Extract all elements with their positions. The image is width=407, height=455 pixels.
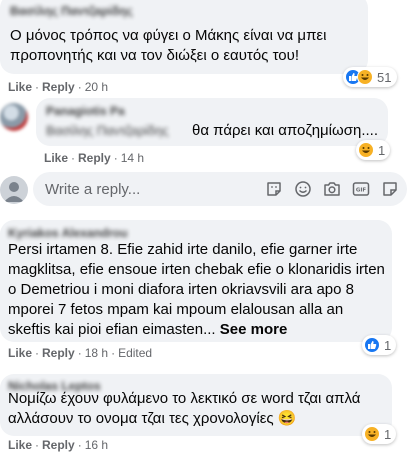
see-more-link[interactable]: See more	[220, 321, 288, 338]
like-reaction-icon	[364, 337, 380, 353]
comment-text-3: Persi irtamen 8. Efie zahid irte danilo,…	[8, 240, 386, 340]
reaction-count-1: 51	[377, 69, 392, 85]
comment-bubble-1: Βασίλης Παντζαρίδης Ο μόνος τρόπος να φύ…	[0, 0, 368, 74]
reply-button[interactable]: Reply	[42, 80, 75, 94]
haha-reaction-icon	[357, 69, 373, 85]
reply-toolbar: GIF	[265, 180, 399, 198]
edited-label[interactable]: Edited	[118, 346, 152, 360]
comment-author-3[interactable]: Kyriakos Alexandrou	[8, 226, 128, 240]
avatar[interactable]	[0, 176, 28, 204]
reply-button[interactable]: Reply	[42, 346, 75, 360]
reply-box[interactable]: GIF	[33, 172, 407, 206]
reaction-count-4: 1	[384, 426, 392, 442]
comment-text-4: Νομίζω έχουν φυλάμενο το λεκτικό σε word…	[8, 390, 361, 427]
comment-bubble-3: Kyriakos Alexandrou Persi irtamen 8. Efi…	[0, 220, 392, 342]
sticker-face-icon[interactable]	[265, 180, 283, 198]
emoji-icon[interactable]	[294, 180, 312, 198]
comment-actions-4: Like · Reply · 16 h	[8, 438, 109, 452]
comment-author-2[interactable]: Panagiotis Pa	[46, 104, 125, 118]
comment-text-2: θα πάρει και αποζημίωση....	[192, 122, 378, 139]
comment-body: Persi irtamen 8. Efie zahid irte danilo,…	[8, 241, 385, 338]
sticker-icon[interactable]	[381, 180, 399, 198]
comment-time[interactable]: 16 h	[85, 438, 108, 452]
reply-input[interactable]	[45, 172, 265, 206]
haha-reaction-icon	[358, 142, 374, 158]
avatar[interactable]	[0, 103, 28, 131]
comment-text-1: Ο μόνος τρόπος να φύγει ο Μάκης είναι να…	[10, 27, 327, 64]
comment-bubble-2: Panagiotis Pa Βασίλης Παντζαρίδης θα πάρ…	[36, 98, 388, 146]
comment-author-1[interactable]: Βασίλης Παντζαρίδης	[10, 4, 133, 18]
mention-tag[interactable]: Βασίλης Παντζαρίδης	[46, 123, 168, 138]
like-button[interactable]: Like	[8, 438, 32, 452]
camera-icon[interactable]	[323, 180, 341, 198]
like-button[interactable]: Like	[44, 151, 68, 165]
reply-button[interactable]: Reply	[78, 151, 111, 165]
svg-text:GIF: GIF	[356, 188, 367, 194]
reaction-count-2: 1	[378, 142, 386, 158]
comment-time[interactable]: 20 h	[85, 80, 108, 94]
reaction-summary-1[interactable]: 51	[343, 67, 397, 87]
reaction-summary-4[interactable]: 1	[362, 424, 396, 444]
reply-button[interactable]: Reply	[42, 438, 75, 452]
comment-actions-3: Like · Reply · 18 h · Edited	[8, 346, 153, 360]
haha-reaction-icon	[364, 426, 380, 442]
comment-actions-1: Like · Reply · 20 h	[8, 80, 109, 94]
like-button[interactable]: Like	[8, 346, 32, 360]
comment-bubble-4: Nicholas Leptos Νομίζω έχουν φυλάμενο το…	[0, 374, 392, 436]
like-button[interactable]: Like	[8, 80, 32, 94]
comment-actions-2: Like · Reply · 14 h	[44, 151, 145, 165]
reaction-summary-2[interactable]: 1	[356, 140, 390, 160]
reaction-summary-3[interactable]: 1	[362, 335, 396, 355]
gif-icon[interactable]: GIF	[352, 180, 370, 198]
reaction-count-3: 1	[384, 337, 392, 353]
comment-time[interactable]: 14 h	[121, 151, 144, 165]
comment-time[interactable]: 18 h	[85, 346, 108, 360]
